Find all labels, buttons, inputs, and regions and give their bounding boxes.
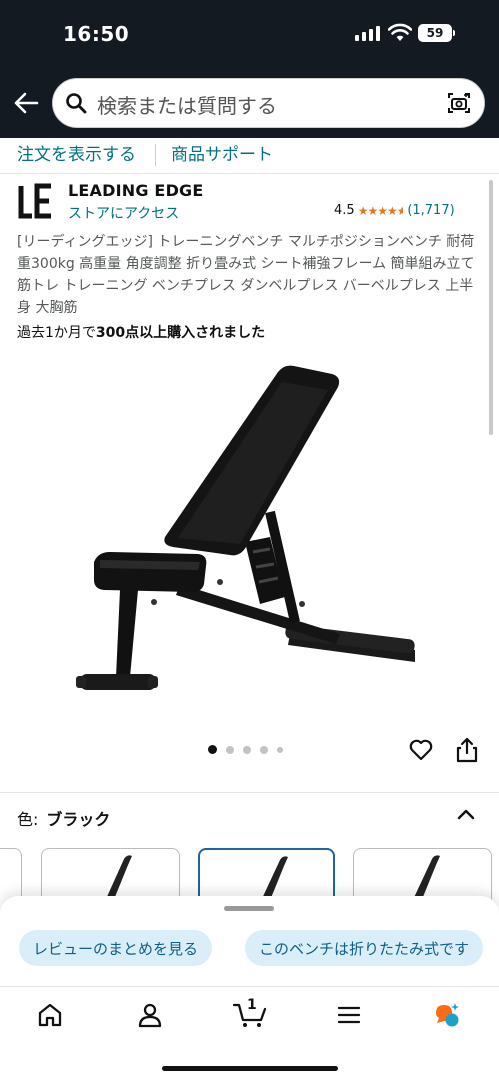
section-divider xyxy=(0,792,499,793)
sheet-drag-handle[interactable] xyxy=(224,906,274,911)
battery-level: 59 xyxy=(426,26,444,40)
home-icon[interactable] xyxy=(36,1001,64,1029)
carousel-dot xyxy=(260,745,268,754)
search-placeholder: 検索または質問する xyxy=(97,94,277,118)
heart-icon[interactable] xyxy=(408,737,434,763)
purchase-count-value: 300点以上購入されました xyxy=(95,325,266,341)
purchase-count: 過去1か月で300点以上購入されました xyxy=(17,322,265,342)
product-support-link[interactable]: 商品サポート xyxy=(171,140,273,165)
account-icon[interactable] xyxy=(136,1001,164,1029)
rating-count[interactable]: (1,717) xyxy=(407,203,454,218)
status-bar: 16:50 59 xyxy=(0,0,499,62)
suggestion-chip[interactable]: レビューのまとめを見る xyxy=(19,930,213,966)
share-icon[interactable] xyxy=(455,737,479,763)
color-selector-label: 色: ブラック xyxy=(17,806,110,830)
rufus-assistant-icon[interactable] xyxy=(433,1001,461,1029)
view-orders-link[interactable]: 注文を表示する xyxy=(17,140,136,165)
back-arrow-icon[interactable] xyxy=(13,90,39,116)
image-carousel-indicator[interactable] xyxy=(208,745,283,754)
scrollbar[interactable] xyxy=(489,180,493,435)
star-rating-icon: ★★★★★ xyxy=(357,203,404,218)
status-time: 16:50 xyxy=(63,22,130,46)
suggestion-chip[interactable]: このベンチは折りたたみ式です xyxy=(245,930,484,966)
search-icon xyxy=(66,93,87,114)
brand-name: LEADING EDGE xyxy=(68,181,204,200)
chevron-up-icon[interactable] xyxy=(456,806,476,822)
product-image[interactable] xyxy=(70,352,430,712)
app-header: 16:50 59 検索または質問する xyxy=(0,0,499,138)
rating-value: 4.5 xyxy=(334,203,355,218)
product-title: [リーディングエッジ] トレーニングベンチ マルチポジションベンチ 耐荷重300… xyxy=(17,234,475,316)
link-divider xyxy=(155,144,156,166)
purchase-count-prefix: 過去1か月で xyxy=(17,325,96,341)
battery-icon: 59 xyxy=(418,24,452,42)
search-input[interactable]: 検索または質問する xyxy=(52,78,485,128)
secondary-links: 注文を表示する 商品サポート xyxy=(0,138,499,174)
camera-search-icon[interactable] xyxy=(446,90,472,116)
carousel-dot xyxy=(226,745,234,754)
ai-suggestion-sheet[interactable]: レビューのまとめを見る このベンチは折りたたみ式です xyxy=(0,896,499,986)
battery-tip xyxy=(453,30,455,36)
home-indicator[interactable] xyxy=(162,1066,338,1071)
carousel-dot xyxy=(243,745,251,754)
visit-store-link[interactable]: ストアにアクセス xyxy=(68,203,179,223)
color-label: 色: xyxy=(17,810,39,829)
menu-icon[interactable] xyxy=(335,1001,363,1029)
suggestion-chip-label: レビューのまとめを見る xyxy=(33,939,199,958)
wifi-icon xyxy=(388,23,412,41)
cart-count-badge: 1 xyxy=(247,997,257,1013)
carousel-dot-active xyxy=(208,745,217,754)
cellular-signal-icon xyxy=(355,26,380,41)
brand-logo[interactable] xyxy=(18,182,54,220)
color-value: ブラック xyxy=(46,810,111,829)
suggestion-chip-label: このベンチは折りたたみ式です xyxy=(259,939,470,958)
carousel-dot xyxy=(277,746,283,753)
rating-summary[interactable]: 4.5 ★★★★★ (1,717) xyxy=(334,203,455,218)
